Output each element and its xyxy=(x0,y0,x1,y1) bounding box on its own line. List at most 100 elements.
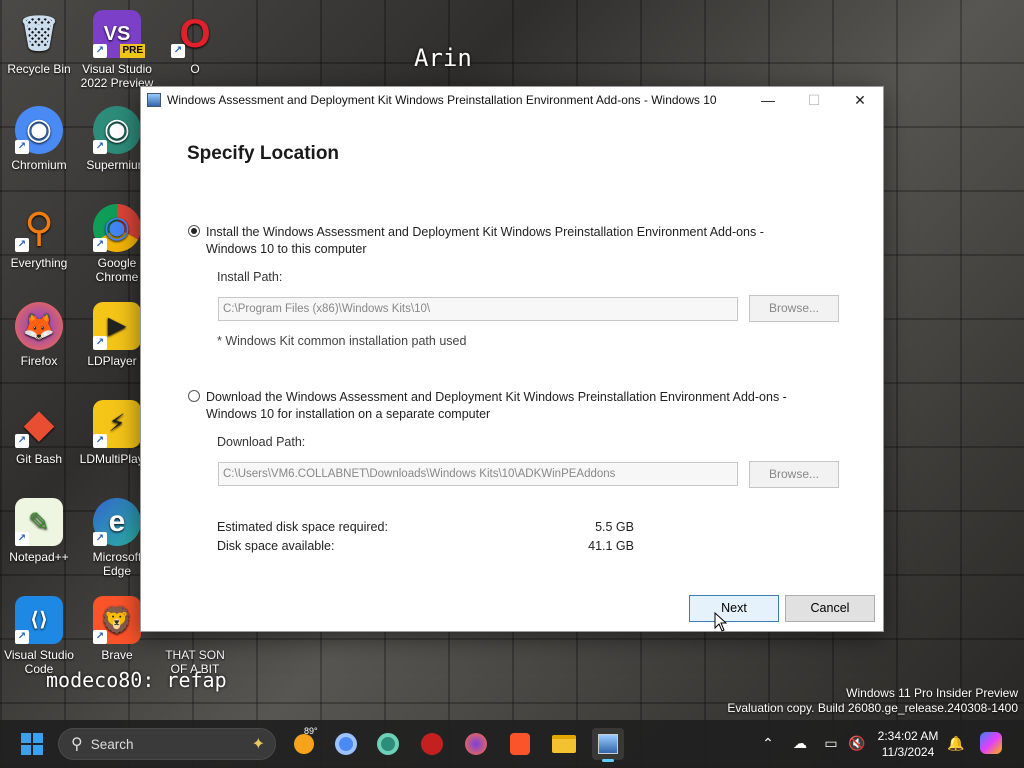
install-radio[interactable] xyxy=(188,225,200,237)
download-radio[interactable] xyxy=(188,390,200,402)
minimize-button[interactable]: — xyxy=(745,87,791,113)
desktop-icon-label: Everything xyxy=(10,256,68,270)
desktop-icon-label: Firefox xyxy=(20,354,58,368)
icon-glyph: ◆ xyxy=(23,402,55,446)
installer-dialog: Windows Assessment and Deployment Kit Wi… xyxy=(140,86,884,632)
install-option-label[interactable]: Install the Windows Assessment and Deplo… xyxy=(206,224,816,258)
firefox-icon xyxy=(465,733,487,755)
windows-watermark: Windows 11 Pro Insider Preview Evaluatio… xyxy=(727,686,1018,716)
shortcut-arrow-icon: ↗ xyxy=(93,434,107,448)
icon-glyph: 🦊 xyxy=(22,311,56,341)
desktop-icon-everything[interactable]: ⚲ ↗ Everything xyxy=(1,198,77,294)
tray-overflow-button[interactable]: ⌃ xyxy=(757,732,779,754)
desktop-icon-recycle-bin[interactable]: 🗑 Recycle Bin xyxy=(1,4,77,100)
copilot-button[interactable] xyxy=(980,732,1002,754)
taskbar: ⚲ Search ✦ 89° ⌃ ☁ ▭ 🔇 2:34:02 AM 11/3/2… xyxy=(0,720,1024,768)
desktop-icon-chromium[interactable]: ◉ ↗ Chromium xyxy=(1,100,77,196)
taskbar-chromium[interactable] xyxy=(330,728,362,760)
taskbar-supermium[interactable] xyxy=(372,728,404,760)
install-path-field: C:\Program Files (x86)\Windows Kits\10\ xyxy=(218,297,738,321)
chevron-up-icon: ⌃ xyxy=(762,735,774,751)
icon-glyph: ⟨⟩ xyxy=(29,609,49,631)
git-bash-icon: ◆ ↗ xyxy=(15,400,63,448)
download-path-field: C:\Users\VM6.COLLABNET\Downloads\Windows… xyxy=(218,462,738,486)
weather-temp: 89° xyxy=(304,726,318,736)
desktop-icon-label: Chromium xyxy=(11,158,67,172)
watermark-build: Evaluation copy. Build 26080.ge_release.… xyxy=(727,701,1018,715)
maximize-icon: ☐ xyxy=(807,91,821,108)
recycle-bin-icon: 🗑 xyxy=(17,15,61,53)
taskbar-installer[interactable] xyxy=(592,728,624,762)
download-path-label: Download Path: xyxy=(217,435,306,449)
install-browse-button: Browse... xyxy=(749,295,839,322)
taskbar-app-red[interactable] xyxy=(416,728,448,760)
icon-glyph: ◉ xyxy=(103,211,131,244)
tray-cloud[interactable]: ☁ xyxy=(789,732,811,754)
taskbar-brave[interactable] xyxy=(504,728,536,760)
shortcut-arrow-icon: ↗ xyxy=(15,238,29,252)
download-browse-button: Browse... xyxy=(749,461,839,488)
opera-icon: O ↗ xyxy=(171,10,219,58)
desktop-icon-firefox[interactable]: 🦊 Firefox xyxy=(1,296,77,392)
tray-network[interactable]: ▭ xyxy=(820,732,842,754)
shortcut-arrow-icon: ↗ xyxy=(171,44,185,58)
overlay-credit-text: modeco80: refap xyxy=(46,668,227,692)
icon-glyph: O xyxy=(179,12,211,56)
shortcut-arrow-icon: ↗ xyxy=(93,336,107,350)
desktop-icon-label: Notepad++ xyxy=(9,550,69,564)
supermium-icon xyxy=(377,733,399,755)
tray-volume[interactable]: 🔇 xyxy=(846,732,868,754)
taskbar-clock[interactable]: 2:34:02 AM 11/3/2024 xyxy=(876,728,940,760)
disk-required-label: Estimated disk space required: xyxy=(217,520,388,534)
shortcut-arrow-icon: ↗ xyxy=(15,532,29,546)
desktop-icon-label: Git Bash xyxy=(15,452,63,466)
folder-icon xyxy=(552,735,576,753)
clock-time: 2:34:02 AM xyxy=(877,729,939,743)
icon-glyph: ⚡ xyxy=(108,410,126,437)
everything-search-icon: ⚲ ↗ xyxy=(15,204,63,252)
notepad-plus-plus-icon: ✎ ↗ xyxy=(15,498,63,546)
start-button[interactable] xyxy=(16,728,48,760)
install-path-note: * Windows Kit common installation path u… xyxy=(217,334,467,348)
shortcut-arrow-icon: ↗ xyxy=(15,434,29,448)
chromium-icon: ◉ ↗ xyxy=(15,106,63,154)
clock-date: 11/3/2024 xyxy=(881,745,935,759)
overlay-name-text: Arin xyxy=(414,44,472,72)
download-option-label[interactable]: Download the Windows Assessment and Depl… xyxy=(206,389,816,423)
notifications-button[interactable]: 🔔 xyxy=(945,732,967,754)
shortcut-arrow-icon: ↗ xyxy=(93,630,107,644)
next-button[interactable]: Next xyxy=(689,595,779,622)
icon-glyph: VS xyxy=(103,23,131,45)
icon-glyph: 🦁 xyxy=(100,605,134,635)
taskbar-file-explorer[interactable] xyxy=(548,728,580,760)
chrome-icon: ◉ ↗ xyxy=(93,204,141,252)
vscode-icon: ⟨⟩ ↗ xyxy=(15,596,63,644)
dialog-titlebar[interactable]: Windows Assessment and Deployment Kit Wi… xyxy=(141,87,883,113)
shortcut-arrow-icon: ↗ xyxy=(15,140,29,154)
close-icon: ✕ xyxy=(854,91,866,108)
mouse-cursor-icon xyxy=(714,612,728,632)
pre-badge: PRE xyxy=(120,44,145,58)
minimize-icon: — xyxy=(761,92,775,108)
page-heading: Specify Location xyxy=(187,143,340,164)
search-highlight-icon: ✦ xyxy=(251,736,265,753)
disk-required-value: 5.5 GB xyxy=(595,520,634,534)
maximize-button: ☐ xyxy=(791,87,837,113)
close-button[interactable]: ✕ xyxy=(837,87,883,113)
dialog-title: Windows Assessment and Deployment Kit Wi… xyxy=(167,93,717,107)
ldmultiplayer-icon: ⚡ ↗ xyxy=(93,400,141,448)
disk-available-value: 41.1 GB xyxy=(588,539,634,553)
weather-widget[interactable]: 89° xyxy=(288,726,320,760)
installer-app-icon xyxy=(147,93,161,107)
cloud-offline-icon: ☁ xyxy=(793,735,807,751)
icon-glyph: ▶ xyxy=(107,312,127,339)
icon-glyph: ◉ xyxy=(25,113,53,146)
desktop-icon-git-bash[interactable]: ◆ ↗ Git Bash xyxy=(1,394,77,490)
taskbar-firefox[interactable] xyxy=(460,728,492,760)
cancel-button[interactable]: Cancel xyxy=(785,595,875,622)
taskbar-search[interactable]: ⚲ Search ✦ xyxy=(58,728,276,760)
icon-glyph: e xyxy=(108,505,126,538)
copilot-icon xyxy=(980,732,1002,754)
desktop-icon-label: O xyxy=(190,62,200,76)
desktop-icon-notepad-plus-plus[interactable]: ✎ ↗ Notepad++ xyxy=(1,492,77,588)
